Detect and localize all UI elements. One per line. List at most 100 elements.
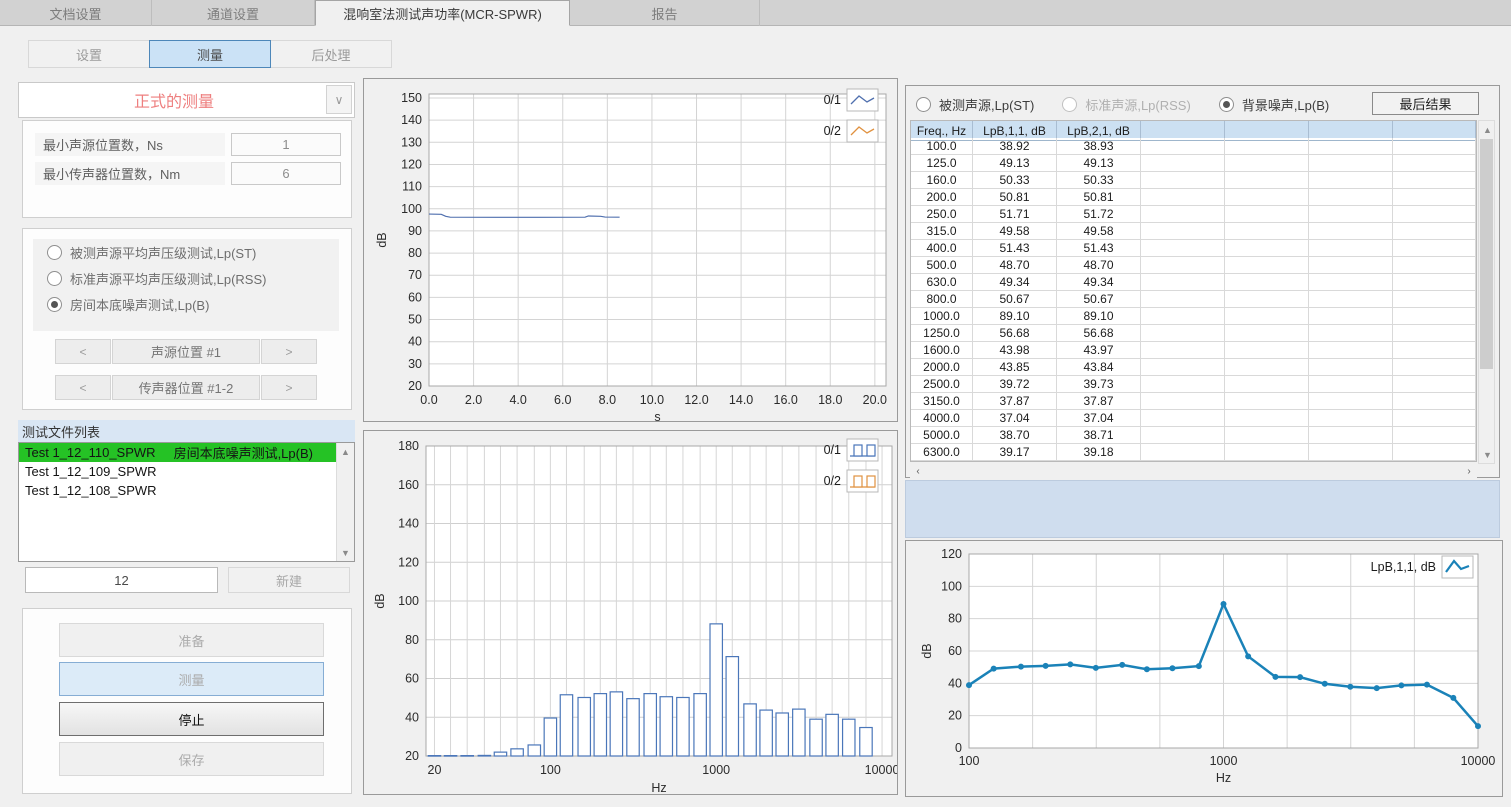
svg-text:60: 60 <box>408 290 422 304</box>
action-button-2[interactable]: 测量 <box>59 662 324 696</box>
prev-button[interactable]: < <box>55 339 111 364</box>
file-list-scrollbar[interactable]: ▲ ▼ <box>336 443 354 561</box>
table-row[interactable]: 5000.038.7038.71 <box>911 427 1476 444</box>
param-value-input[interactable]: 1 <box>231 133 341 156</box>
new-file-button[interactable]: 新建 <box>228 567 350 593</box>
table-cell: 39.17 <box>973 444 1057 461</box>
table-cell: 49.58 <box>973 223 1057 240</box>
radio-icon[interactable] <box>1219 97 1234 112</box>
table-cell: 50.81 <box>1057 189 1141 206</box>
next-button[interactable]: > <box>261 375 317 400</box>
chevron-down-icon[interactable]: ∨ <box>326 85 352 114</box>
table-row[interactable]: 2500.039.7239.73 <box>911 376 1476 393</box>
table-cell: 51.43 <box>973 240 1057 257</box>
action-button-4[interactable]: 保存 <box>59 742 324 776</box>
svg-text:120: 120 <box>398 555 419 569</box>
table-row[interactable]: 4000.037.0437.04 <box>911 410 1476 427</box>
table-row[interactable]: 1000.089.1089.10 <box>911 308 1476 325</box>
sub-tab-1[interactable]: 设置 <box>28 40 150 68</box>
table-row[interactable]: 250.051.7151.72 <box>911 206 1476 223</box>
test-radio-3[interactable]: 房间本底噪声测试,Lp(B) <box>33 291 339 317</box>
param-value-input[interactable]: 6 <box>231 162 341 185</box>
file-list-title: 测试文件列表 <box>18 420 355 442</box>
table-row[interactable]: 100.038.9238.93 <box>911 138 1476 155</box>
radio-icon[interactable] <box>916 97 931 112</box>
test-file-list[interactable]: Test 1_12_110_SPWR房间本底噪声测试,Lp(B)Test 1_1… <box>18 442 355 562</box>
table-cell: 49.13 <box>973 155 1057 172</box>
table-cell <box>1309 444 1393 461</box>
test-radio-2[interactable]: 标准声源平均声压级测试,Lp(RSS) <box>33 265 339 291</box>
list-item[interactable]: Test 1_12_110_SPWR房间本底噪声测试,Lp(B) <box>19 443 354 462</box>
svg-text:30: 30 <box>408 357 422 371</box>
svg-text:20: 20 <box>428 763 442 777</box>
scroll-left-icon[interactable]: ‹ <box>910 464 926 478</box>
table-row[interactable]: 500.048.7048.70 <box>911 257 1476 274</box>
scroll-down-icon[interactable]: ▼ <box>1479 446 1496 463</box>
sub-tab-3[interactable]: 后处理 <box>270 40 392 68</box>
table-row[interactable]: 125.049.1349.13 <box>911 155 1476 172</box>
table-row[interactable]: 800.050.6750.67 <box>911 291 1476 308</box>
table-cell <box>1393 393 1476 410</box>
scroll-up-icon[interactable]: ▲ <box>337 443 354 460</box>
table-row[interactable]: 2000.043.8543.84 <box>911 359 1476 376</box>
tab-3[interactable]: 混响室法测试声功率(MCR-SPWR) <box>315 0 570 26</box>
svg-text:40: 40 <box>405 710 419 724</box>
table-row[interactable]: 630.049.3449.34 <box>911 274 1476 291</box>
table-cell: 51.43 <box>1057 240 1141 257</box>
radio-icon[interactable] <box>47 297 62 312</box>
radio-icon[interactable] <box>1062 97 1077 112</box>
param-label: 最小声源位置数，Ns <box>35 133 225 156</box>
svg-text:140: 140 <box>401 113 422 127</box>
table-row[interactable]: 315.049.5849.58 <box>911 223 1476 240</box>
table-cell: 56.68 <box>973 325 1057 342</box>
prev-button[interactable]: < <box>55 375 111 400</box>
action-button-3[interactable]: 停止 <box>59 702 324 736</box>
svg-text:Hz: Hz <box>1216 771 1231 785</box>
position-label-button[interactable]: 传声器位置 #1-2 <box>112 375 260 400</box>
svg-text:LpB,1,1, dB: LpB,1,1, dB <box>1371 560 1436 574</box>
tab-1[interactable]: 文档设置 <box>0 0 152 26</box>
sub-tab-2[interactable]: 测量 <box>149 40 271 68</box>
final-result-button[interactable]: 最后结果 <box>1372 92 1479 115</box>
list-item[interactable]: Test 1_12_108_SPWR <box>19 481 354 500</box>
scroll-right-icon[interactable]: › <box>1461 464 1477 478</box>
table-cell <box>1393 308 1476 325</box>
table-cell: 39.72 <box>973 376 1057 393</box>
radio-label: 标准声源,Lp(RSS) <box>1085 95 1190 114</box>
result-type-radio-group: 被测声源,Lp(ST) 标准声源,Lp(RSS) 背景噪声,Lp(B) <box>916 93 1357 115</box>
svg-text:10000: 10000 <box>865 763 897 777</box>
table-row[interactable]: 3150.037.8737.87 <box>911 393 1476 410</box>
result-radio-1[interactable]: 被测声源,Lp(ST) <box>916 95 1034 114</box>
test-radio-1[interactable]: 被测声源平均声压级测试,Lp(ST) <box>33 239 339 265</box>
file-count-button[interactable]: 12 <box>25 567 218 593</box>
table-row[interactable]: 1250.056.6856.68 <box>911 325 1476 342</box>
table-cell <box>1141 257 1225 274</box>
result-radio-2[interactable]: 标准声源,Lp(RSS) <box>1062 95 1190 114</box>
tab-4[interactable]: 报告 <box>570 0 760 26</box>
table-cell <box>1141 308 1225 325</box>
table-row[interactable]: 400.051.4351.43 <box>911 240 1476 257</box>
scroll-down-icon[interactable]: ▼ <box>337 544 354 561</box>
table-horizontal-scrollbar[interactable]: ‹ › <box>910 464 1477 478</box>
table-row[interactable]: 160.050.3350.33 <box>911 172 1476 189</box>
radio-icon[interactable] <box>47 271 62 286</box>
result-radio-3[interactable]: 背景噪声,Lp(B) <box>1219 95 1329 114</box>
table-vertical-scrollbar[interactable]: ▲ ▼ <box>1478 120 1495 464</box>
scroll-up-icon[interactable]: ▲ <box>1479 121 1496 138</box>
svg-text:dB: dB <box>375 232 389 247</box>
svg-text:120: 120 <box>941 547 962 561</box>
table-cell <box>1309 206 1393 223</box>
next-button[interactable]: > <box>261 339 317 364</box>
table-row[interactable]: 1600.043.9843.97 <box>911 342 1476 359</box>
list-item[interactable]: Test 1_12_109_SPWR <box>19 462 354 481</box>
table-cell: 37.87 <box>1057 393 1141 410</box>
table-row[interactable]: 200.050.8150.81 <box>911 189 1476 206</box>
radio-icon[interactable] <box>47 245 62 260</box>
tab-2[interactable]: 通道设置 <box>152 0 315 26</box>
table-row[interactable]: 6300.039.1739.18 <box>911 444 1476 461</box>
scrollbar-thumb[interactable] <box>1480 139 1493 369</box>
measurement-mode-dropdown[interactable]: 正式的测量 ∨ <box>18 82 355 118</box>
action-button-1[interactable]: 准备 <box>59 623 324 657</box>
position-label-button[interactable]: 声源位置 #1 <box>112 339 260 364</box>
table-cell <box>1393 376 1476 393</box>
